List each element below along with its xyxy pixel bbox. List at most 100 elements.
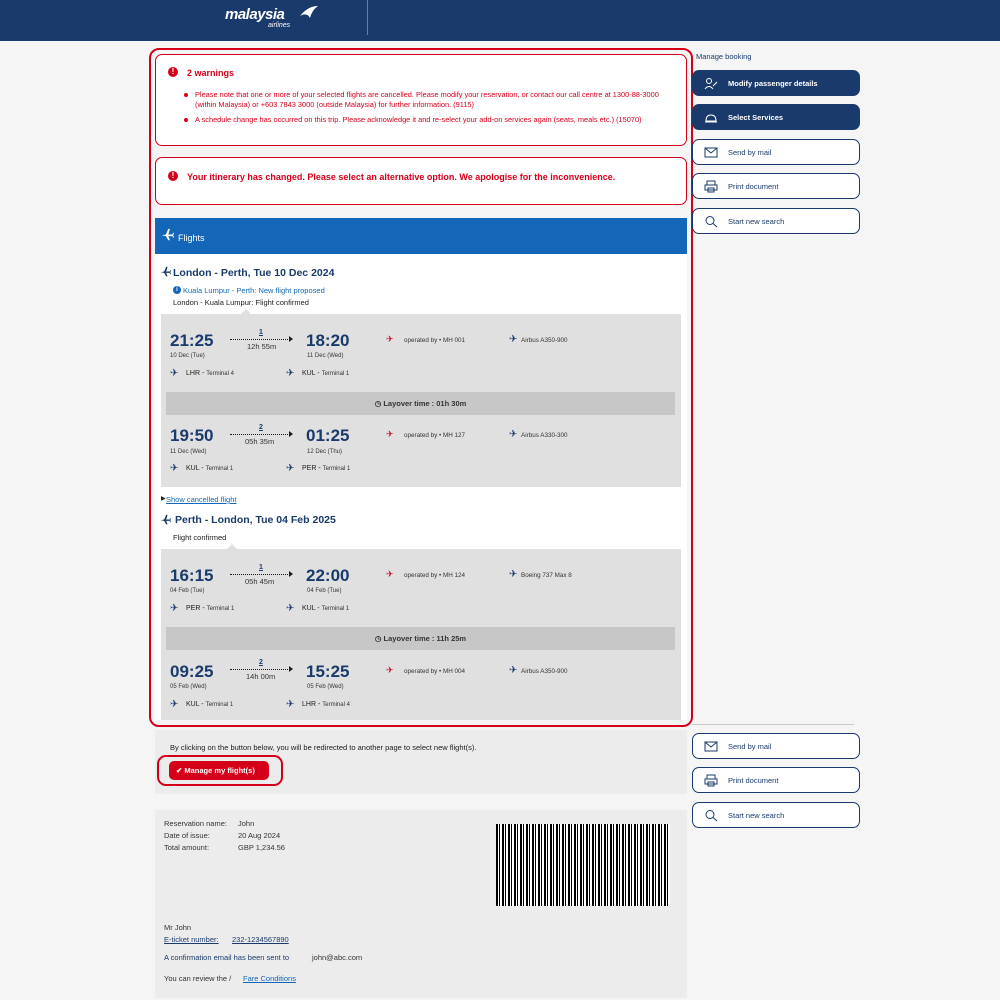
modify-passenger-label: Modify passenger details (728, 79, 818, 88)
email-text: A confirmation email has been sent to (164, 953, 290, 962)
outbound-notice: Kuala Lumpur - Perth: New flight propose… (183, 286, 325, 295)
print-document-button[interactable]: Print document (692, 173, 860, 199)
dep-date: 10 Dec (Tue) (170, 353, 205, 359)
dep-terminal: Terminal 4 (206, 371, 234, 377)
caret-right-icon: ▶ (161, 496, 166, 502)
flight-number: MH 004 (442, 668, 466, 675)
airline-logo-icon: ✈ (386, 429, 394, 439)
warning-bullet (184, 93, 188, 97)
stops-link[interactable]: 1 (259, 329, 263, 336)
dep-airport: PER - Terminal 1 (186, 605, 234, 612)
aircraft-icon: ✈ (509, 569, 518, 580)
arr-code: KUL - (302, 370, 320, 377)
stops-link[interactable]: 2 (259, 659, 263, 666)
aircraft-icon: ✈ (509, 334, 518, 345)
outbound-status: London - Kuala Lumpur: Flight confirmed (173, 298, 309, 307)
arr-code: LHR - (302, 701, 321, 708)
send-mail-label: Send by mail (728, 148, 772, 157)
modify-passenger-button[interactable]: Modify passenger details (692, 70, 860, 96)
eticket-number[interactable]: 232-1234567890 (232, 935, 289, 944)
takeoff-icon: ✈ (170, 463, 179, 474)
itinerary-alert-text: Your itinerary has changed. Please selec… (187, 172, 616, 182)
plane-icon (161, 228, 174, 241)
flight-number: MH 124 (442, 572, 466, 579)
send-mail-button[interactable]: Send by mail (692, 139, 860, 165)
inbound-status: Flight confirmed (173, 533, 227, 542)
duration: 12h 55m (247, 342, 277, 351)
arr-date: 12 Dec (Thu) (307, 449, 343, 455)
aircraft-icon: ✈ (509, 665, 518, 676)
plane-icon (160, 266, 171, 277)
duration-arrow (289, 571, 293, 577)
operated-label: operated by (404, 432, 438, 439)
airline-logo[interactable]: malaysia (225, 6, 285, 23)
send-mail-button[interactable]: Send by mail (692, 733, 860, 759)
top-header (0, 0, 1000, 41)
layover-time: Layover time : 01h 30m (383, 399, 467, 408)
layover-bar: ◷ Layover time : 01h 30m (166, 392, 675, 415)
operated-label: operated by (404, 668, 438, 675)
mail-icon (704, 741, 718, 752)
arr-terminal: Terminal 1 (322, 466, 351, 472)
arr-terminal: Terminal 1 (321, 371, 350, 377)
dep-code: KUL - (186, 465, 204, 472)
airline-logo-icon: ✈ (386, 665, 394, 675)
dep-terminal: Terminal 1 (206, 606, 235, 612)
reservation-name-label: Reservation name: (164, 819, 227, 828)
landing-icon: ✈ (286, 368, 295, 379)
duration-arrow (289, 336, 293, 342)
duration-arrow (289, 666, 293, 672)
layover-time: Layover time : 11h 25m (383, 634, 467, 643)
printer-icon (704, 180, 718, 193)
print-document-button[interactable]: Print document (692, 767, 860, 793)
dep-airport: KUL - Terminal 1 (186, 465, 233, 472)
landing-icon: ✈ (286, 699, 295, 710)
mail-icon (704, 147, 718, 158)
arr-terminal: Terminal 1 (321, 606, 350, 612)
select-services-button[interactable]: Select Services (692, 104, 860, 130)
fare-prefix: You can review the / (164, 974, 232, 983)
manage-flights-label: Manage my flight(s) (184, 766, 255, 775)
dep-code: PER - (186, 605, 205, 612)
operated-label: operated by (404, 337, 438, 344)
notch (240, 309, 252, 315)
reservation-name: John (238, 819, 255, 828)
show-cancelled-link[interactable]: Show cancelled flight (166, 495, 236, 504)
new-search-button[interactable]: Start new search (692, 802, 860, 828)
airline-logo-icon: ✈ (386, 569, 394, 579)
arr-code: PER - (302, 465, 321, 472)
arr-time: 01:25 (306, 426, 350, 445)
bell-icon (705, 114, 717, 123)
email-address: john@abc.com (312, 953, 363, 962)
total-label: Total amount: (164, 843, 210, 852)
dep-date: 11 Dec (Wed) (170, 449, 207, 455)
person-edit-icon (704, 78, 718, 90)
stops-link[interactable]: 2 (259, 424, 263, 431)
stops-link[interactable]: 1 (259, 564, 263, 571)
plane-icon (160, 514, 171, 525)
print-document-label: Print document (728, 776, 779, 785)
layover-bar: ◷ Layover time : 11h 25m (166, 627, 675, 650)
outbound-title: London - Perth, Tue 10 Dec 2024 (173, 267, 335, 279)
search-icon (705, 216, 718, 228)
operated-by: operated by • MH 124 (404, 572, 466, 579)
print-document-label: Print document (728, 182, 779, 191)
airline-logo-icon: ✈ (386, 334, 394, 344)
new-search-button[interactable]: Start new search (692, 208, 860, 234)
new-search-label: Start new search (728, 811, 785, 820)
operated-label: operated by (404, 572, 438, 579)
arr-airport: LHR - Terminal 4 (302, 701, 350, 708)
dep-airport: LHR - Terminal 4 (186, 370, 234, 377)
dep-time: 21:25 (170, 331, 214, 350)
issue-date: 20 Aug 2024 (238, 831, 281, 840)
manage-flights-button[interactable]: ✔ Manage my flight(s) (169, 761, 269, 780)
arr-terminal: Terminal 4 (322, 702, 350, 708)
takeoff-icon: ✈ (170, 368, 179, 379)
eticket-label[interactable]: E-ticket number: (164, 935, 219, 944)
fare-conditions-link[interactable]: Fare Conditions (243, 974, 296, 983)
warning-bullet (184, 118, 188, 122)
send-mail-label: Send by mail (728, 742, 772, 751)
arr-airport: KUL - Terminal 1 (302, 370, 349, 377)
issue-date-label: Date of issue: (164, 831, 210, 840)
operated-by: operated by • MH 127 (404, 432, 466, 439)
